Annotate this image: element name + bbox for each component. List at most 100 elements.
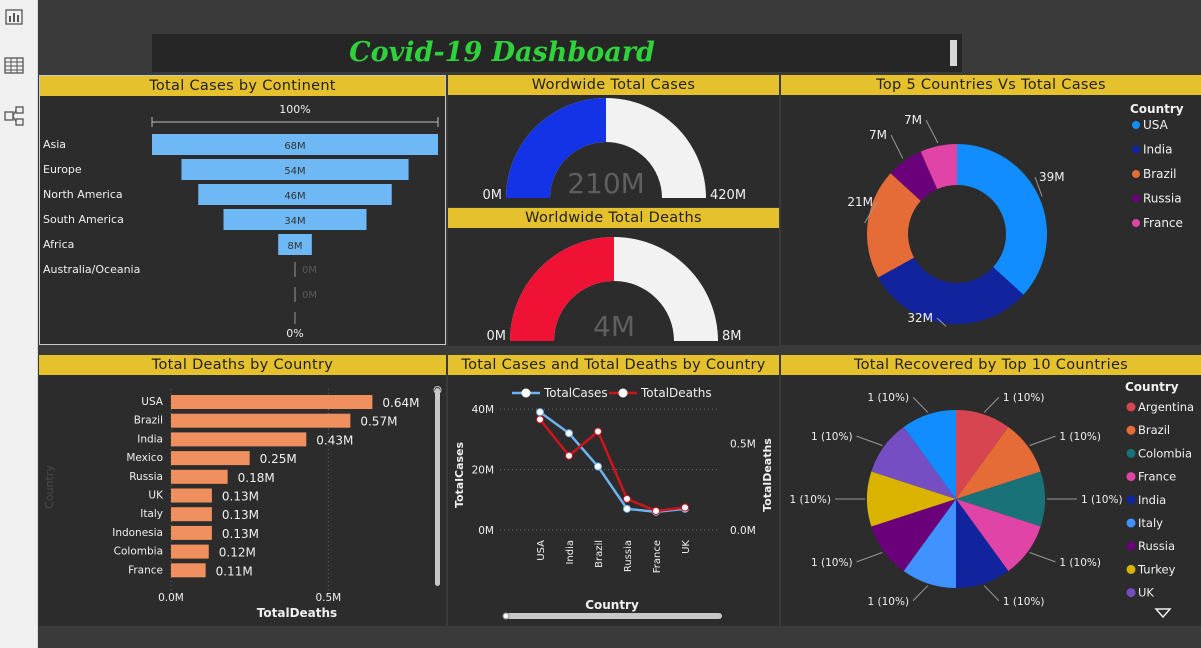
pie-chart: 1 (10%) 1 (10%) 1 (10%) 1 (10%) 1 (10%) 1 (10…: [789, 380, 1194, 619]
cases-gauge-max: 420M: [710, 188, 746, 203]
bar-mark: [171, 451, 250, 466]
donut-legend-marker: [1132, 194, 1140, 203]
pie-legend-label: France: [1138, 470, 1176, 484]
bar-data-label: 0.57M: [360, 415, 397, 429]
line-panel[interactable]: Total Cases and Total Deaths by Country …: [448, 355, 779, 626]
donut-panel[interactable]: Top 5 Countries Vs Total Cases 39M 32M 21M…: [781, 75, 1201, 345]
pie-leader: [912, 396, 929, 413]
line-x-tick: UK: [681, 540, 692, 554]
bar-mark: [171, 432, 307, 447]
pie-panel[interactable]: Total Recovered by Top 10 Countries 1 (1…: [781, 355, 1201, 626]
pie-legend-marker: [1126, 425, 1136, 435]
bar-category-label: Italy: [140, 508, 163, 520]
legend-scroll-down-icon: [1154, 608, 1172, 619]
donut-legend-label: USA: [1143, 118, 1169, 132]
bar-data-label: 0.64M: [382, 396, 419, 410]
bar-mark: [171, 395, 373, 409]
deaths-gauge-value: 4M: [593, 310, 635, 343]
title-bar: Covid-19 Dashboard: [152, 34, 962, 72]
pie-data-label: 1 (10%): [811, 557, 853, 569]
donut-legend-marker: [1132, 145, 1140, 154]
line-y2-axis-title: TotalDeaths: [761, 438, 774, 512]
pie-data-label: 1 (10%): [868, 596, 910, 608]
bar-data-label: 0.25M: [260, 452, 297, 466]
funnel-category-label: Europe: [43, 163, 82, 176]
pie-leader: [1029, 435, 1056, 446]
pie-data-label: 1 (10%): [789, 494, 831, 506]
pie-legend-marker: [1126, 588, 1136, 598]
pie-leader: [1029, 552, 1056, 563]
pie-leader: [856, 552, 883, 563]
donut-legend-marker: [1132, 121, 1140, 129]
funnel-bar-value: 8M: [288, 241, 303, 252]
pie-data-label: 1 (10%): [1003, 392, 1045, 404]
pie-data-label: 1 (10%): [811, 431, 853, 443]
pie-legend-marker: [1126, 495, 1136, 505]
bar-category-label: Russia: [129, 471, 163, 483]
funnel-category-label: Africa: [43, 238, 74, 251]
line-point: [594, 427, 602, 436]
line-scrollbar-handle: [502, 612, 510, 620]
bar-mark: [171, 544, 209, 559]
funnel-category-label: Australia/Oceania: [43, 263, 140, 276]
pie-data-label: 1 (10%): [1081, 494, 1123, 506]
funnel-category-label: Asia: [43, 138, 66, 151]
view-sidebar: [0, 0, 38, 648]
donut-legend-label: India: [1143, 143, 1172, 157]
line-y-tick: 0M: [478, 525, 494, 537]
line-chart: 0M 20M 40M 0.0M 0.5M TotalCases TotalDeaths USA…: [453, 386, 774, 620]
pie-legend-label: Russia: [1138, 539, 1175, 553]
cases-gauge-panel[interactable]: Wordwide Total Cases 210M 0M 420M: [448, 75, 779, 207]
line-series: [539, 418, 686, 513]
line-point: [536, 415, 544, 424]
donut-data-label: 21M: [847, 195, 873, 209]
line-x-tick: India: [565, 540, 576, 565]
bar-x-axis-title: TotalDeaths: [257, 606, 337, 620]
donut-data-label: 32M: [907, 311, 933, 325]
line-point: [681, 503, 689, 512]
pie-leader: [912, 585, 929, 602]
bar-mark: [171, 507, 212, 522]
bar-category-label: UK: [148, 490, 164, 502]
bar-mark: [171, 525, 212, 540]
data-view-icon[interactable]: [3, 55, 25, 77]
bar-category-label: Brazil: [134, 415, 163, 427]
dashboard-title: Covid-19 Dashboard: [349, 37, 655, 68]
funnel-title: Total Cases by Continent: [40, 76, 445, 96]
title-scrollbar[interactable]: [950, 40, 957, 66]
cases-gauge-title: Wordwide Total Cases: [448, 75, 779, 95]
funnel-panel[interactable]: Total Cases by Continent 100% Asia 68M Euro…: [39, 75, 446, 345]
pie-data-label: 1 (10%): [1003, 596, 1045, 608]
donut-slice: [957, 144, 1047, 295]
line-y2-tick: 0.5M: [730, 439, 756, 451]
line-point: [594, 462, 602, 471]
donut-legend-title: Country: [1130, 102, 1184, 116]
funnel-chart: 100% Asia 68M Europe 54M North America 46M Sout…: [43, 103, 439, 340]
bar-data-label: 0.12M: [219, 546, 256, 560]
deaths-bar-panel[interactable]: Total Deaths by Country USA 0.64M Brazil 0.…: [39, 355, 446, 626]
deaths-gauge-panel[interactable]: Worldwide Total Deaths 4M 0M 8M: [448, 208, 779, 346]
cases-gauge-min: 0M: [483, 188, 503, 203]
donut-data-label: 39M: [1039, 170, 1065, 184]
report-view-icon[interactable]: [3, 6, 25, 28]
line-legend-marker: [521, 388, 531, 398]
line-point: [565, 429, 573, 438]
funnel-bottom-percent: 0%: [286, 327, 303, 340]
pie-title: Total Recovered by Top 10 Countries: [781, 355, 1201, 375]
line-scrollbar: [504, 613, 722, 619]
bar-scrollbar: [435, 388, 440, 586]
cases-gauge: 210M 0M 420M: [483, 98, 746, 203]
bar-category-label: India: [137, 433, 163, 445]
pie-legend-label: Italy: [1138, 516, 1163, 530]
bar-category-label: Colombia: [114, 546, 163, 558]
model-view-icon[interactable]: [3, 105, 25, 127]
funnel-category-label: South America: [43, 213, 124, 226]
pie-legend-marker: [1126, 518, 1136, 528]
bar-category-label: Indonesia: [112, 527, 163, 539]
deaths-bar-chart: USA 0.64M Brazil 0.57M India 0.43M Mexico 0.25M…: [43, 386, 442, 620]
donut-data-label: 7M: [869, 128, 887, 142]
line-x-tick: Brazil: [594, 540, 605, 568]
pie-legend-marker: [1126, 448, 1136, 458]
pie-legend-marker: [1126, 564, 1136, 574]
pie-legend-title: Country: [1125, 380, 1179, 394]
